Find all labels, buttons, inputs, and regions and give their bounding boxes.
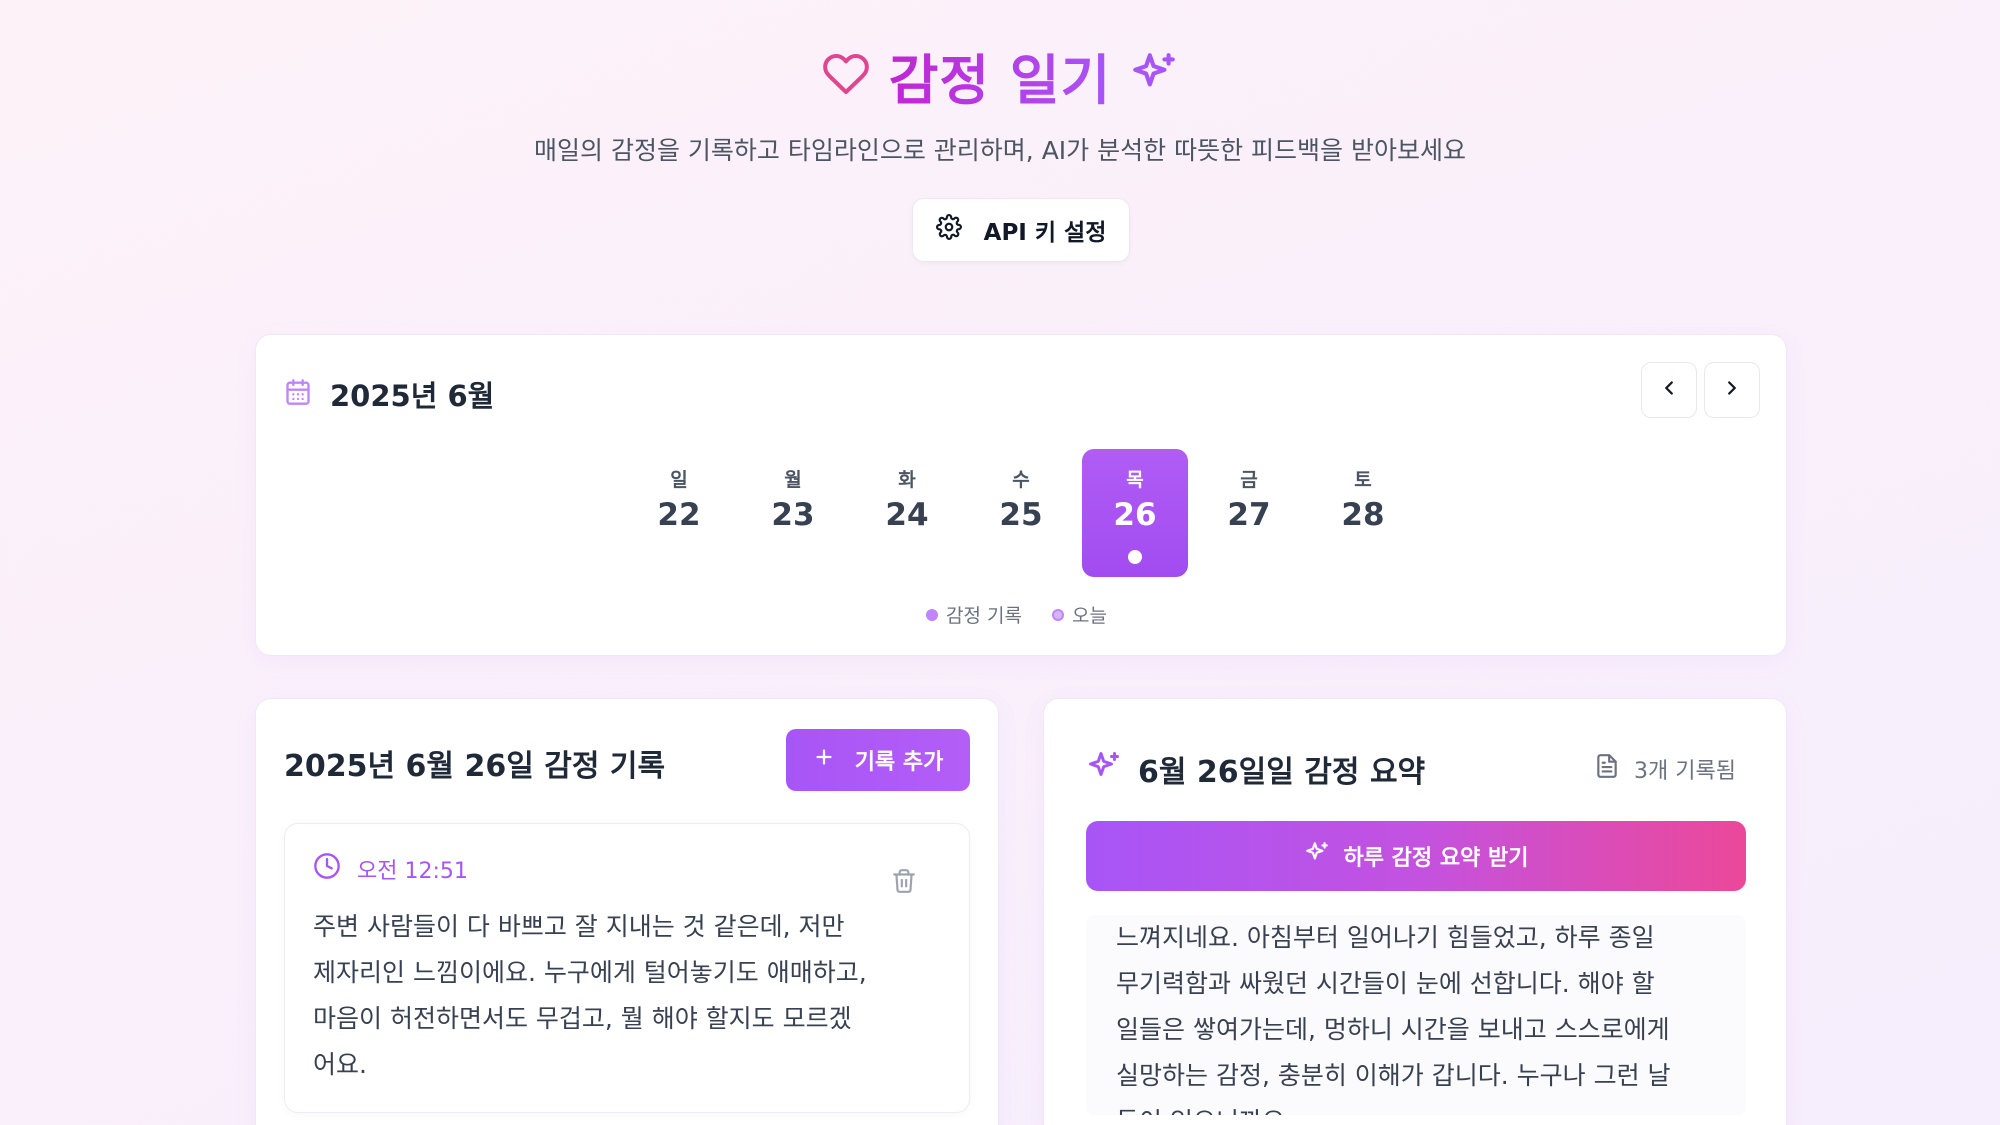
trash-icon xyxy=(891,869,917,898)
entry-time: 오전 12:51 xyxy=(313,852,468,886)
day-date: 23 xyxy=(771,497,815,533)
entry-text: 주변 사람들이 다 바쁘고 잘 지내는 것 같은데, 저만 제자리인 느낌이에요… xyxy=(313,912,867,1079)
calendar-month-label: 2025년 6월 xyxy=(330,379,495,413)
summary-body[interactable]: 느껴지네요. 아침부터 일어나기 힘들었고, 하루 종일 무기력함과 싸웠던 시… xyxy=(1086,915,1746,1115)
day-cell[interactable]: 토 28 xyxy=(1310,449,1416,577)
day-date: 22 xyxy=(657,497,701,533)
legend-today: 오늘 xyxy=(1051,601,1107,628)
day-weekday: 금 xyxy=(1240,469,1258,491)
chevron-right-icon xyxy=(1721,377,1743,403)
page-title: 감정 일기 xyxy=(889,36,1112,115)
day-date: 26 xyxy=(1113,497,1157,533)
legend-entry: 감정 기록 xyxy=(926,601,1022,628)
summary-text: 느껴지네요. 아침부터 일어나기 힘들었고, 하루 종일 무기력함과 싸웠던 시… xyxy=(1116,923,1671,1115)
add-record-button[interactable]: 기록 추가 xyxy=(786,729,970,791)
summary-count-label: 3개 기록됨 xyxy=(1634,759,1736,784)
day-date: 25 xyxy=(999,497,1043,533)
day-date: 28 xyxy=(1341,497,1385,533)
day-weekday: 목 xyxy=(1126,469,1144,491)
summary-header: 6월 26일일 감정 요약 xyxy=(1086,747,1425,791)
calendar-card: 2025년 6월 일 22 월 23 화 24 수 25 목 26 금 27 토… xyxy=(255,334,1787,656)
calendar-icon xyxy=(284,378,312,410)
day-cell[interactable]: 수 25 xyxy=(968,449,1074,577)
summary-card: 6월 26일일 감정 요약 3개 기록됨 하루 감정 요약 받기 느껴지네요. … xyxy=(1043,698,1787,1125)
get-daily-summary-label: 하루 감정 요약 받기 xyxy=(1343,846,1529,871)
day-cell-selected[interactable]: 목 26 xyxy=(1082,449,1188,577)
entry-indicator-dot xyxy=(1128,550,1142,564)
prev-week-button[interactable] xyxy=(1641,362,1697,418)
calendar-header: 2025년 6월 xyxy=(284,373,494,415)
delete-entry-button[interactable] xyxy=(891,868,917,898)
day-cell[interactable]: 화 24 xyxy=(854,449,960,577)
heart-icon xyxy=(821,50,871,102)
api-key-settings-button[interactable]: API 키 설정 xyxy=(912,198,1130,262)
legend-today-dot xyxy=(1051,608,1064,621)
document-icon xyxy=(1594,753,1620,785)
title-row: 감정 일기 xyxy=(0,36,2000,115)
day-cell[interactable]: 금 27 xyxy=(1196,449,1302,577)
add-record-label: 기록 추가 xyxy=(854,750,944,775)
legend-today-label: 오늘 xyxy=(1071,605,1107,627)
sparkles-icon xyxy=(1304,840,1330,872)
chevron-left-icon xyxy=(1658,377,1680,403)
get-daily-summary-button[interactable]: 하루 감정 요약 받기 xyxy=(1086,821,1746,891)
records-card: 2025년 6월 26일 감정 기록 기록 추가 오전 12:51 주변 사람들… xyxy=(255,698,999,1125)
gear-icon xyxy=(935,214,962,246)
day-weekday: 일 xyxy=(670,469,688,491)
page-subtitle: 매일의 감정을 기록하고 타임라인으로 관리하며, AI가 분석한 따뜻한 피드… xyxy=(534,136,1466,165)
day-cell[interactable]: 월 23 xyxy=(740,449,846,577)
day-cell[interactable]: 일 22 xyxy=(626,449,732,577)
day-weekday: 화 xyxy=(898,469,916,491)
day-weekday: 월 xyxy=(784,469,802,491)
day-date: 27 xyxy=(1227,497,1271,533)
calendar-legend: 감정 기록 오늘 xyxy=(926,601,1107,628)
day-weekday: 토 xyxy=(1354,469,1372,491)
day-weekday: 수 xyxy=(1012,469,1030,491)
day-date: 24 xyxy=(885,497,929,533)
api-key-settings-label: API 키 설정 xyxy=(983,220,1107,246)
summary-count: 3개 기록됨 xyxy=(1594,753,1736,785)
sparkles-icon xyxy=(1086,749,1122,789)
records-title: 2025년 6월 26일 감정 기록 xyxy=(284,749,666,784)
clock-icon xyxy=(313,852,341,886)
legend-entry-dot xyxy=(926,608,938,621)
plus-icon xyxy=(813,746,835,774)
entry-time-label: 오전 12:51 xyxy=(357,859,468,884)
sparkles-icon xyxy=(1129,49,1179,103)
legend-entry-label: 감정 기록 xyxy=(946,605,1022,627)
summary-title: 6월 26일일 감정 요약 xyxy=(1138,755,1426,790)
next-week-button[interactable] xyxy=(1704,362,1760,418)
emotion-entry: 오전 12:51 주변 사람들이 다 바쁘고 잘 지내는 것 같은데, 저만 제… xyxy=(284,823,970,1113)
